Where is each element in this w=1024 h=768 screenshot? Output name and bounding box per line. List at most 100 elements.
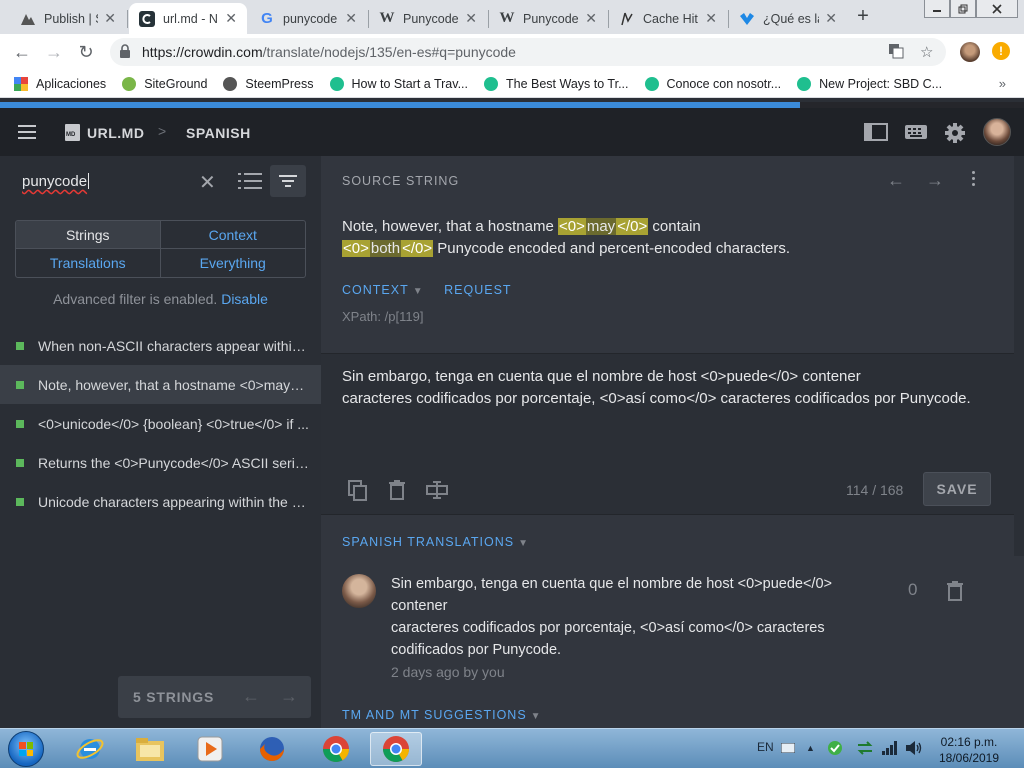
reload-icon[interactable]: ↻: [76, 42, 96, 62]
browser-tab-1[interactable]: Publish | S ✕: [10, 3, 126, 34]
show-hidden-icons-icon[interactable]: ▲: [806, 743, 815, 753]
filter-tab-context[interactable]: Context: [160, 221, 305, 249]
prev-string-icon[interactable]: ←: [887, 170, 905, 191]
firefox-icon[interactable]: [246, 732, 298, 766]
bookmarks-overflow-icon[interactable]: »: [999, 76, 1006, 91]
disable-filter-link[interactable]: Disable: [221, 291, 268, 307]
close-icon[interactable]: ✕: [225, 10, 237, 27]
internet-explorer-icon[interactable]: [64, 732, 116, 766]
keyboard-icon[interactable]: [904, 122, 928, 147]
request-link[interactable]: REQUEST: [444, 283, 511, 297]
trash-icon[interactable]: [389, 480, 405, 505]
bookmark-travel[interactable]: How to Start a Trav...: [329, 76, 468, 91]
back-icon[interactable]: ←: [12, 42, 32, 62]
list-view-icon[interactable]: [238, 172, 262, 190]
menu-icon[interactable]: [18, 125, 36, 139]
tag-close[interactable]: </0>: [616, 218, 649, 235]
window-close-button[interactable]: [976, 0, 1018, 18]
list-item[interactable]: When non-ASCII characters appear within …: [0, 326, 321, 365]
security-tray-icon[interactable]: [827, 740, 843, 759]
minimize-button[interactable]: [924, 0, 950, 18]
browser-tab-2[interactable]: url.md - N ✕: [129, 3, 247, 34]
system-clock[interactable]: 02:16 p.m. 18/06/2019: [930, 734, 1008, 766]
trash-icon[interactable]: [947, 581, 963, 606]
breadcrumb-language[interactable]: SPANISH: [186, 125, 251, 141]
bookmark-label: New Project: SBD C...: [819, 76, 943, 91]
next-page-icon[interactable]: →: [280, 686, 298, 707]
browser-tab-4[interactable]: W Punycode ✕: [369, 3, 487, 34]
bookmark-conoce[interactable]: Conoce con nosotr...: [644, 76, 781, 91]
clear-search-icon[interactable]: ✕: [199, 170, 216, 195]
close-icon[interactable]: ✕: [104, 10, 116, 27]
bookmark-label: The Best Ways to Tr...: [506, 76, 629, 91]
context-link[interactable]: CONTEXT: [342, 283, 409, 297]
translation-input[interactable]: Sin embargo, tenga en cuenta que el nomb…: [342, 366, 1002, 410]
steemit-icon: [329, 76, 344, 91]
prev-page-icon[interactable]: ←: [242, 686, 260, 707]
forward-icon[interactable]: →: [44, 42, 64, 62]
address-bar[interactable]: https://crowdin.com/translate/nodejs/135…: [110, 38, 946, 66]
star-icon[interactable]: ☆: [920, 43, 933, 61]
copy-source-icon[interactable]: [348, 480, 368, 507]
tab-title: url.md - N: [163, 11, 218, 26]
search-input[interactable]: punycode: [22, 173, 90, 190]
close-icon[interactable]: ✕: [345, 10, 357, 27]
existing-translation[interactable]: Sin embargo, tenga en cuenta que el nomb…: [391, 573, 851, 661]
bookmark-new-project[interactable]: New Project: SBD C...: [797, 76, 943, 91]
bookmark-siteground[interactable]: SiteGround: [122, 76, 207, 91]
filter-tab-everything[interactable]: Everything: [161, 249, 306, 277]
profile-avatar[interactable]: [960, 42, 980, 62]
next-string-icon[interactable]: →: [926, 170, 944, 191]
bookmark-best-ways[interactable]: The Best Ways to Tr...: [484, 76, 629, 91]
chrome-icon[interactable]: [310, 732, 362, 766]
close-icon[interactable]: ✕: [825, 10, 837, 27]
tag-open[interactable]: <0>: [557, 218, 586, 235]
list-item-selected[interactable]: Note, however, that a hostname <0>may</.…: [0, 365, 321, 404]
browser-tab-6[interactable]: Cache Hit ✕: [609, 3, 727, 34]
sync-tray-icon[interactable]: [857, 740, 873, 759]
file-explorer-icon[interactable]: [124, 732, 176, 766]
list-item[interactable]: <0>unicode</0> {boolean} <0>true</0> if …: [0, 404, 321, 443]
save-button[interactable]: SAVE: [923, 472, 991, 506]
format-icon[interactable]: [426, 480, 448, 505]
alert-icon[interactable]: !: [992, 42, 1010, 60]
network-icon[interactable]: [882, 741, 898, 758]
scrollbar[interactable]: [1014, 156, 1024, 556]
bookmark-apps[interactable]: Aplicaciones: [14, 76, 106, 91]
breadcrumb-file[interactable]: URL.MD: [87, 125, 144, 141]
chrome-active-icon[interactable]: [370, 732, 422, 766]
new-tab-button[interactable]: +: [852, 5, 874, 27]
volume-icon[interactable]: [905, 741, 923, 758]
caret-down-icon[interactable]: ▼: [413, 286, 424, 297]
approved-status-icon: [16, 380, 24, 389]
translation-meta: 2 days ago by you: [391, 664, 505, 680]
translate-icon[interactable]: [888, 43, 904, 63]
start-button[interactable]: [8, 731, 44, 767]
close-icon[interactable]: ✕: [705, 10, 717, 27]
close-icon[interactable]: ✕: [465, 10, 477, 27]
close-icon[interactable]: ✕: [585, 10, 597, 27]
keyboard-tray-icon[interactable]: [780, 742, 796, 756]
media-player-icon[interactable]: [184, 732, 236, 766]
translation-editor[interactable]: Sin embargo, tenga en cuenta que el nomb…: [321, 353, 1024, 515]
translation-line: caracteres codificados por porcentaje, <…: [342, 390, 971, 407]
browser-tab-7[interactable]: ¿Qué es la ✕: [729, 3, 847, 34]
tag-close[interactable]: </0>: [401, 240, 434, 257]
spanish-translations-heading[interactable]: SPANISH TRANSLATIONS ▼: [342, 535, 529, 549]
bookmark-steempress[interactable]: SteemPress: [223, 76, 314, 91]
restore-button[interactable]: [950, 0, 976, 18]
more-options-icon[interactable]: [972, 171, 976, 189]
browser-tab-5[interactable]: W Punycode ✕: [489, 3, 607, 34]
filter-tab-strings[interactable]: Strings: [16, 221, 161, 249]
filter-tab-translations[interactable]: Translations: [16, 249, 161, 277]
user-avatar[interactable]: [983, 118, 1011, 146]
filter-button[interactable]: [270, 165, 306, 197]
browser-tab-3[interactable]: G punycode ✕: [249, 3, 367, 34]
list-item[interactable]: Unicode characters appearing within the …: [0, 482, 321, 521]
gear-icon[interactable]: [944, 122, 966, 149]
tm-suggestions-heading[interactable]: TM AND MT SUGGESTIONS ▼: [342, 708, 542, 722]
list-item[interactable]: Returns the <0>Punycode</0> ASCII serial…: [0, 443, 321, 482]
tag-open[interactable]: <0>: [342, 240, 370, 257]
input-language[interactable]: EN: [757, 740, 774, 754]
layout-icon[interactable]: [864, 122, 888, 147]
